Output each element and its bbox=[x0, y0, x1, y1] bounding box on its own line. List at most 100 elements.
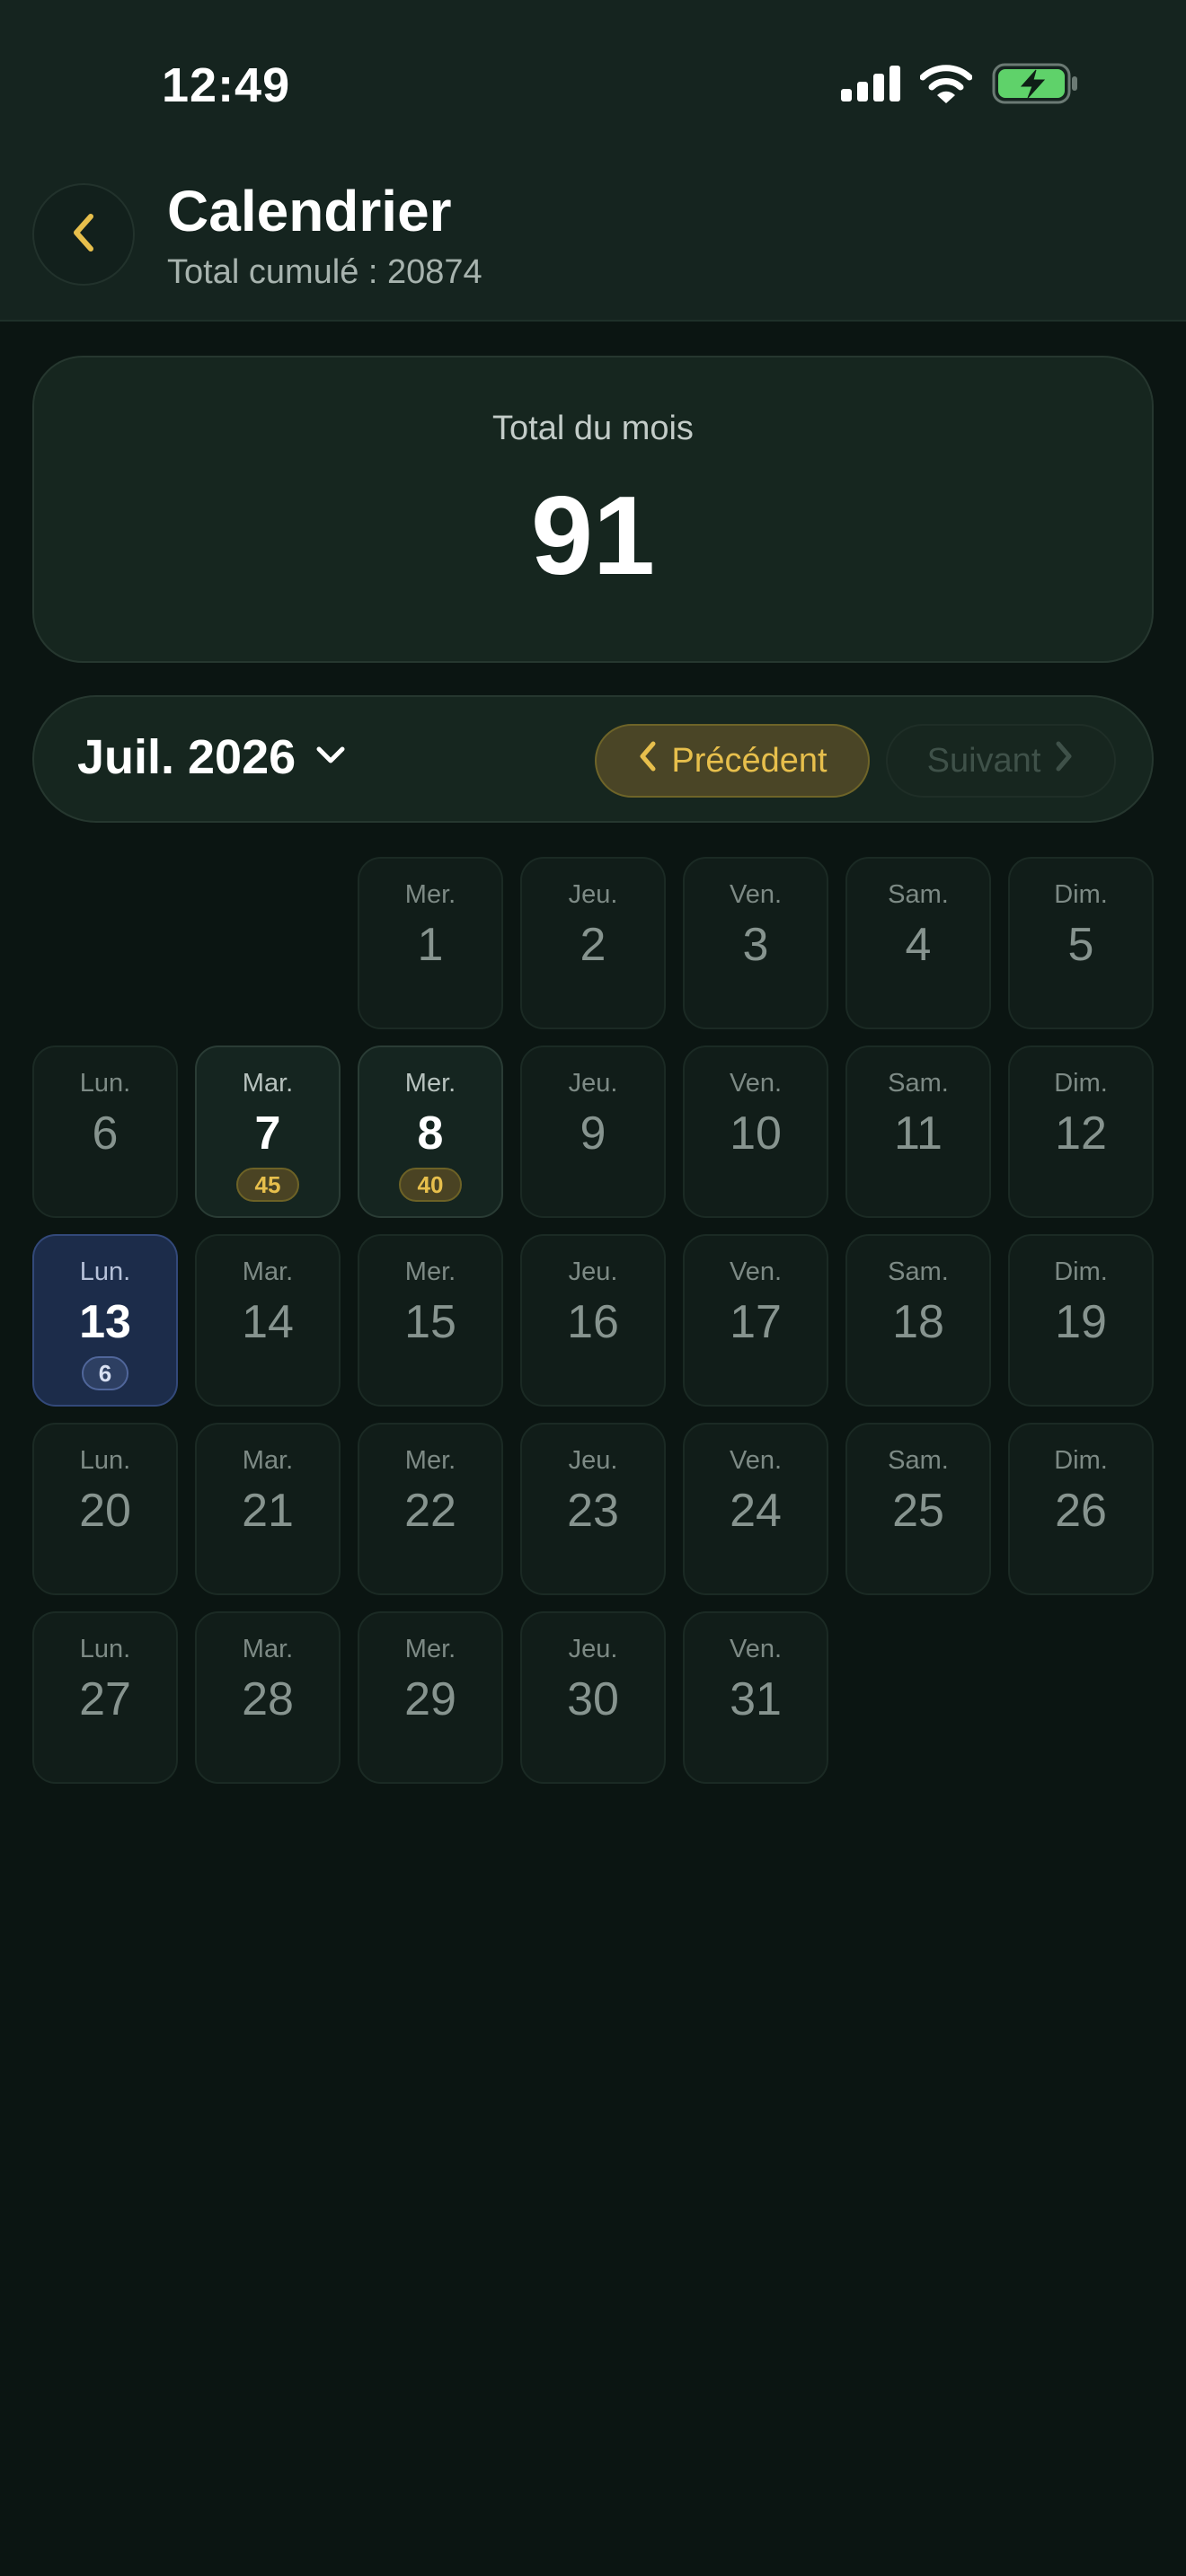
day-number: 7 bbox=[254, 1107, 281, 1160]
calendar-day-20[interactable]: Lun. 20 bbox=[32, 1423, 178, 1595]
calendar-day-5[interactable]: Dim. 5 bbox=[1008, 857, 1154, 1029]
day-number: 16 bbox=[567, 1296, 619, 1348]
calendar-day-12[interactable]: Dim. 12 bbox=[1008, 1045, 1154, 1218]
day-of-week-label: Ven. bbox=[729, 1446, 783, 1475]
day-number: 1 bbox=[417, 919, 444, 971]
calendar-day-8[interactable]: Mer. 8 40 bbox=[358, 1045, 503, 1218]
day-number: 23 bbox=[567, 1485, 619, 1537]
previous-month-button[interactable]: Précédent bbox=[595, 724, 870, 798]
chevron-down-icon bbox=[315, 745, 346, 770]
day-number: 27 bbox=[79, 1673, 131, 1725]
day-of-week-label: Jeu. bbox=[568, 880, 618, 909]
day-number: 9 bbox=[580, 1107, 606, 1160]
calendar-day-19[interactable]: Dim. 19 bbox=[1008, 1234, 1154, 1407]
calendar-day-11[interactable]: Sam. 11 bbox=[845, 1045, 991, 1218]
day-of-week-label: Mar. bbox=[242, 1069, 294, 1098]
back-button[interactable] bbox=[32, 183, 135, 286]
calendar-day-6[interactable]: Lun. 6 bbox=[32, 1045, 178, 1218]
day-number: 29 bbox=[404, 1673, 456, 1725]
day-of-week-label: Ven. bbox=[729, 1635, 783, 1663]
calendar-day-21[interactable]: Mar. 21 bbox=[195, 1423, 341, 1595]
calendar-day-15[interactable]: Mer. 15 bbox=[358, 1234, 503, 1407]
day-number: 20 bbox=[79, 1485, 131, 1537]
day-number: 14 bbox=[242, 1296, 294, 1348]
day-of-week-label: Mer. bbox=[404, 1446, 456, 1475]
day-number: 22 bbox=[404, 1485, 456, 1537]
day-number: 28 bbox=[242, 1673, 294, 1725]
day-number: 17 bbox=[730, 1296, 782, 1348]
month-navigation: Juil. 2026 Précédent Suivant bbox=[32, 695, 1154, 823]
calendar-grid: Mer. 1 Jeu. 2 Ven. 3 Sam. 4 Dim. 5 Lun. 6 Mar. 7 45 Mer… bbox=[32, 857, 1154, 1784]
calendar-day-13[interactable]: Lun. 13 6 bbox=[32, 1234, 178, 1407]
calendar-day-4[interactable]: Sam. 4 bbox=[845, 857, 991, 1029]
calendar-day-23[interactable]: Jeu. 23 bbox=[520, 1423, 666, 1595]
calendar-day-30[interactable]: Jeu. 30 bbox=[520, 1611, 666, 1784]
day-of-week-label: Mer. bbox=[404, 880, 456, 909]
day-of-week-label: Mar. bbox=[242, 1446, 294, 1475]
day-of-week-label: Mar. bbox=[242, 1257, 294, 1286]
day-of-week-label: Jeu. bbox=[568, 1069, 618, 1098]
day-of-week-label: Lun. bbox=[79, 1257, 131, 1286]
day-of-week-label: Dim. bbox=[1054, 1069, 1108, 1098]
day-of-week-label: Jeu. bbox=[568, 1257, 618, 1286]
day-number: 24 bbox=[730, 1485, 782, 1537]
page-title: Calendrier bbox=[167, 179, 452, 243]
next-month-label: Suivant bbox=[926, 741, 1041, 780]
day-of-week-label: Sam. bbox=[888, 1446, 949, 1475]
calendar-day-10[interactable]: Ven. 10 bbox=[683, 1045, 828, 1218]
day-number: 15 bbox=[404, 1296, 456, 1348]
day-number: 5 bbox=[1067, 919, 1094, 971]
day-number: 21 bbox=[242, 1485, 294, 1537]
cumulative-total: Total cumulé : 20874 bbox=[167, 253, 482, 291]
month-total-label: Total du mois bbox=[492, 410, 694, 447]
calendar-day-26[interactable]: Dim. 26 bbox=[1008, 1423, 1154, 1595]
calendar-day-1[interactable]: Mer. 1 bbox=[358, 857, 503, 1029]
day-of-week-label: Mar. bbox=[242, 1635, 294, 1663]
calendar-day-24[interactable]: Ven. 24 bbox=[683, 1423, 828, 1595]
calendar-empty-cell bbox=[32, 857, 178, 1029]
day-of-week-label: Sam. bbox=[888, 1069, 949, 1098]
calendar-day-7[interactable]: Mar. 7 45 bbox=[195, 1045, 341, 1218]
calendar-day-16[interactable]: Jeu. 16 bbox=[520, 1234, 666, 1407]
header: 12:49 Calendrier Total cumulé: 20874 bbox=[0, 0, 1186, 322]
calendar-day-22[interactable]: Mer. 22 bbox=[358, 1423, 503, 1595]
calendar-day-27[interactable]: Lun. 27 bbox=[32, 1611, 178, 1784]
day-number: 13 bbox=[79, 1296, 131, 1348]
battery-charging-icon bbox=[992, 63, 1078, 109]
calendar-day-25[interactable]: Sam. 25 bbox=[845, 1423, 991, 1595]
calendar-screen: 12:49 Calendrier Total cumulé: 20874 To… bbox=[0, 0, 1186, 2576]
day-of-week-label: Ven. bbox=[729, 880, 783, 909]
calendar-day-14[interactable]: Mar. 14 bbox=[195, 1234, 341, 1407]
day-number: 25 bbox=[892, 1485, 944, 1537]
day-of-week-label: Ven. bbox=[729, 1069, 783, 1098]
day-count-badge: 45 bbox=[236, 1168, 299, 1202]
day-number: 31 bbox=[730, 1673, 782, 1725]
day-of-week-label: Dim. bbox=[1054, 1257, 1108, 1286]
day-of-week-label: Lun. bbox=[79, 1069, 131, 1098]
calendar-day-2[interactable]: Jeu. 2 bbox=[520, 857, 666, 1029]
cellular-signal-icon bbox=[841, 66, 900, 106]
month-selector[interactable]: Juil. 2026 bbox=[77, 729, 346, 785]
calendar-day-9[interactable]: Jeu. 9 bbox=[520, 1045, 666, 1218]
next-month-button[interactable]: Suivant bbox=[886, 724, 1116, 798]
day-number: 4 bbox=[905, 919, 932, 971]
day-of-week-label: Sam. bbox=[888, 1257, 949, 1286]
day-of-week-label: Sam. bbox=[888, 880, 949, 909]
chevron-left-icon bbox=[66, 211, 102, 259]
month-total-value: 91 bbox=[531, 474, 655, 598]
day-number: 2 bbox=[580, 919, 606, 971]
day-of-week-label: Lun. bbox=[79, 1635, 131, 1663]
calendar-day-31[interactable]: Ven. 31 bbox=[683, 1611, 828, 1784]
day-of-week-label: Dim. bbox=[1054, 1446, 1108, 1475]
calendar-day-3[interactable]: Ven. 3 bbox=[683, 857, 828, 1029]
calendar-day-29[interactable]: Mer. 29 bbox=[358, 1611, 503, 1784]
day-count-badge: 6 bbox=[82, 1356, 128, 1390]
calendar-day-28[interactable]: Mar. 28 bbox=[195, 1611, 341, 1784]
month-label: Juil. 2026 bbox=[77, 730, 296, 784]
day-number: 10 bbox=[730, 1107, 782, 1160]
day-number: 30 bbox=[567, 1673, 619, 1725]
calendar-day-18[interactable]: Sam. 18 bbox=[845, 1234, 991, 1407]
day-number: 6 bbox=[92, 1107, 119, 1160]
calendar-day-17[interactable]: Ven. 17 bbox=[683, 1234, 828, 1407]
day-of-week-label: Dim. bbox=[1054, 880, 1108, 909]
